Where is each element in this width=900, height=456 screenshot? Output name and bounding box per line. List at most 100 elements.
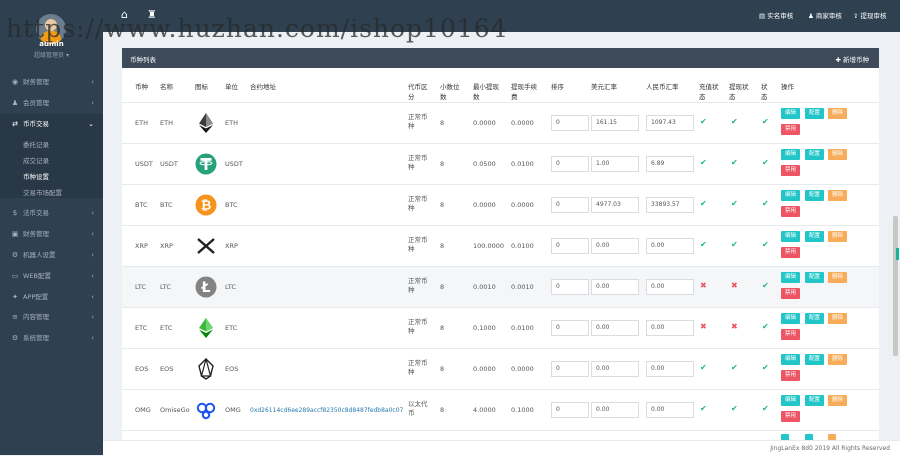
sidebar-item-9[interactable]: ⚙ 系统管理 ‹	[0, 328, 103, 348]
submenu-item-coin-settings[interactable]: 币种设置	[23, 171, 49, 181]
disable-button[interactable]: 禁用	[781, 124, 801, 135]
edit-button[interactable]: 编辑	[781, 231, 801, 242]
realname-audit-link[interactable]: ▤ 实名审核	[759, 10, 793, 20]
usd-rate-input[interactable]: 161.15	[591, 115, 639, 131]
deposit-status-check-icon[interactable]: ✔	[700, 404, 707, 413]
disable-button[interactable]: 禁用	[781, 288, 801, 299]
cny-rate-input[interactable]: 0.00	[646, 320, 694, 336]
usd-rate-input[interactable]: 0.00	[591, 402, 639, 418]
sidebar-item-2[interactable]: ⇄ 币币交易 ⌄	[0, 114, 103, 134]
config-button[interactable]: 配置	[805, 190, 825, 201]
deposit-status-check-icon[interactable]: ✔	[700, 363, 707, 372]
usd-rate-input[interactable]: 4977.03	[591, 197, 639, 213]
sidebar-item-7[interactable]: ✦ APP配置 ‹	[0, 287, 103, 307]
edit-button[interactable]: 编辑	[781, 395, 801, 406]
withdraw-status-cross-icon[interactable]: ✖	[731, 281, 738, 290]
delete-button[interactable]: 删除	[828, 108, 848, 119]
sort-input[interactable]: 0	[551, 361, 589, 377]
deposit-status-check-icon[interactable]: ✔	[700, 117, 707, 126]
withdraw-status-check-icon[interactable]: ✔	[731, 158, 738, 167]
deposit-status-cross-icon[interactable]: ✖	[700, 322, 707, 331]
config-button[interactable]: 配置	[805, 108, 825, 119]
submenu-item-market-config[interactable]: 交易市场配置	[23, 187, 62, 197]
cny-rate-input[interactable]: 0.00	[646, 279, 694, 295]
sort-input[interactable]: 0	[551, 320, 589, 336]
status-check-icon[interactable]: ✔	[762, 322, 769, 331]
config-button[interactable]: 配置	[805, 231, 825, 242]
deposit-status-check-icon[interactable]: ✔	[700, 199, 707, 208]
submenu-item-trades[interactable]: 成交记录	[23, 155, 49, 165]
usd-rate-input[interactable]: 0.00	[591, 361, 639, 377]
sidebar-item-3[interactable]: $ 法币交易 ‹	[0, 203, 103, 223]
delete-button[interactable]: 删除	[828, 354, 848, 365]
withdraw-status-check-icon[interactable]: ✔	[731, 240, 738, 249]
config-button[interactable]: 配置	[805, 395, 825, 406]
withdraw-status-check-icon[interactable]: ✔	[731, 404, 738, 413]
delete-button[interactable]: 删除	[828, 272, 848, 283]
withdraw-status-check-icon[interactable]: ✔	[731, 363, 738, 372]
page-scrollbar[interactable]	[893, 216, 898, 356]
cny-rate-input[interactable]: 0.00	[646, 402, 694, 418]
cny-rate-input[interactable]: 1097.43	[646, 115, 694, 131]
usd-rate-input[interactable]: 0.00	[591, 279, 639, 295]
sidebar-item-4[interactable]: ▣ 财务管理 ‹	[0, 224, 103, 244]
withdraw-audit-link[interactable]: ⇪ 提现审核	[853, 10, 887, 20]
disable-button[interactable]: 禁用	[781, 411, 801, 422]
usd-rate-input[interactable]: 0.00	[591, 320, 639, 336]
delete-button[interactable]: 删除	[828, 149, 848, 160]
deposit-status-check-icon[interactable]: ✔	[700, 240, 707, 249]
sort-input[interactable]: 0	[551, 402, 589, 418]
edit-button[interactable]: 编辑	[781, 354, 801, 365]
delete-button[interactable]: 删除	[828, 190, 848, 201]
status-check-icon[interactable]: ✔	[762, 158, 769, 167]
sort-input[interactable]: 0	[551, 115, 589, 131]
status-check-icon[interactable]: ✔	[762, 199, 769, 208]
usd-rate-input[interactable]: 0.00	[591, 238, 639, 254]
deposit-status-check-icon[interactable]: ✔	[700, 158, 707, 167]
sidebar-item-1[interactable]: ♟ 会员管理 ‹	[0, 93, 103, 113]
edit-button[interactable]: 编辑	[781, 149, 801, 160]
config-button[interactable]: 配置	[805, 313, 825, 324]
withdraw-status-check-icon[interactable]: ✔	[731, 117, 738, 126]
merchant-audit-link[interactable]: ♟ 商家审核	[808, 10, 842, 20]
status-check-icon[interactable]: ✔	[762, 404, 769, 413]
disable-button[interactable]: 禁用	[781, 370, 801, 381]
edit-button[interactable]: 编辑	[781, 313, 801, 324]
edit-button[interactable]: 编辑	[781, 190, 801, 201]
cny-rate-input[interactable]: 6.89	[646, 156, 694, 172]
disable-button[interactable]: 禁用	[781, 206, 801, 217]
withdraw-status-check-icon[interactable]: ✔	[731, 199, 738, 208]
sort-input[interactable]: 0	[551, 156, 589, 172]
deposit-status-cross-icon[interactable]: ✖	[700, 281, 707, 290]
submenu-item-orders[interactable]: 委托记录	[23, 139, 49, 149]
status-check-icon[interactable]: ✔	[762, 363, 769, 372]
usd-rate-input[interactable]: 1.00	[591, 156, 639, 172]
cny-rate-input[interactable]: 33893.57	[646, 197, 694, 213]
edit-button[interactable]: 编辑	[781, 108, 801, 119]
add-coin-button[interactable]: ✚ 新增币种	[835, 54, 869, 64]
sidebar-item-8[interactable]: ≡ 内容管理 ‹	[0, 307, 103, 327]
delete-button[interactable]: 删除	[828, 395, 848, 406]
config-button[interactable]: 配置	[805, 272, 825, 283]
edit-button[interactable]: 编辑	[781, 272, 801, 283]
cny-rate-input[interactable]: 0.00	[646, 238, 694, 254]
status-check-icon[interactable]: ✔	[762, 117, 769, 126]
sidebar-item-0[interactable]: ◉ 财务管理 ‹	[0, 72, 103, 92]
sidebar-item-6[interactable]: ▭ WEB配置 ‹	[0, 266, 103, 286]
disable-button[interactable]: 禁用	[781, 247, 801, 258]
user-role-dropdown[interactable]: 超级管理员 ▾	[0, 50, 103, 59]
status-check-icon[interactable]: ✔	[762, 281, 769, 290]
cny-rate-input[interactable]: 0.00	[646, 361, 694, 377]
sort-input[interactable]: 0	[551, 197, 589, 213]
sort-input[interactable]: 0	[551, 238, 589, 254]
config-button[interactable]: 配置	[805, 149, 825, 160]
status-check-icon[interactable]: ✔	[762, 240, 769, 249]
sort-input[interactable]: 0	[551, 279, 589, 295]
disable-button[interactable]: 禁用	[781, 165, 801, 176]
sidebar-item-5[interactable]: ⚙ 机器人设置 ‹	[0, 245, 103, 265]
config-button[interactable]: 配置	[805, 354, 825, 365]
disable-button[interactable]: 禁用	[781, 329, 801, 340]
delete-button[interactable]: 删除	[828, 231, 848, 242]
withdraw-status-cross-icon[interactable]: ✖	[731, 322, 738, 331]
delete-button[interactable]: 删除	[828, 313, 848, 324]
